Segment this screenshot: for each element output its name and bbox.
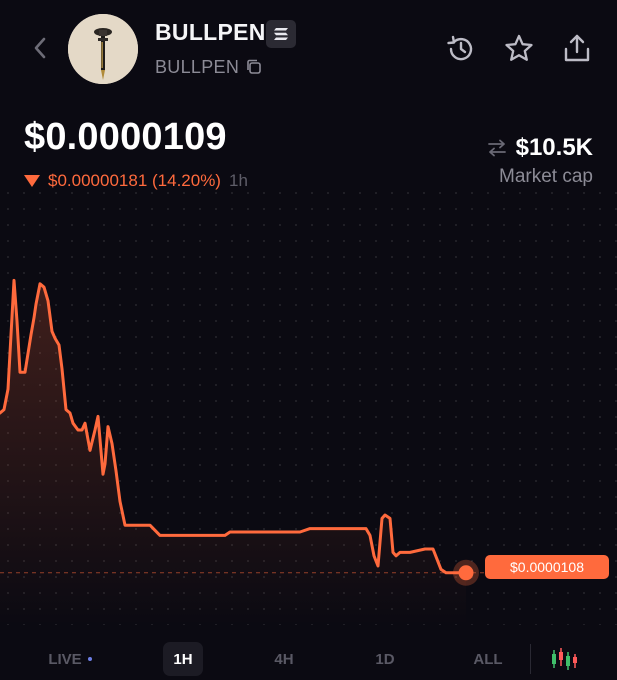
chart-type-toggle[interactable] xyxy=(546,644,580,674)
favorite-button[interactable] xyxy=(502,32,536,66)
share-button[interactable] xyxy=(560,32,594,66)
timeframe-1d-label: 1D xyxy=(375,650,395,668)
timeframe-4h-label: 4H xyxy=(274,650,294,668)
timeframe-live-label: LIVE xyxy=(48,650,82,668)
chain-badge-icon xyxy=(274,28,288,40)
pen-image xyxy=(68,14,138,84)
candlestick-icon xyxy=(552,648,577,670)
timeframe-4h[interactable]: 4H xyxy=(264,642,304,676)
divider xyxy=(530,644,531,674)
share-icon xyxy=(564,34,590,62)
swap-arrows-icon xyxy=(487,139,506,157)
chain-badge xyxy=(266,20,296,48)
chart-area-fill xyxy=(0,280,466,625)
history-button[interactable] xyxy=(444,32,478,66)
live-dot-icon xyxy=(87,657,92,661)
token-symbol: BULLPEN xyxy=(155,57,240,77)
last-point-marker xyxy=(458,565,474,581)
timeframe-1h-label: 1H xyxy=(173,650,193,668)
timeframe-all-label: ALL xyxy=(473,650,503,668)
timeframe-live[interactable]: LIVE xyxy=(38,642,102,676)
back-button[interactable] xyxy=(26,34,54,62)
copy-button[interactable] xyxy=(245,58,263,76)
token-name: BULLPEN xyxy=(155,19,266,45)
history-icon xyxy=(447,35,473,61)
timeframe-all[interactable]: ALL xyxy=(466,642,510,676)
token-avatar xyxy=(68,14,138,84)
star-icon xyxy=(505,34,533,61)
timeframe-bar: LIVE 1H 4H 1D ALL xyxy=(0,640,617,680)
current-price: $0.0000109 xyxy=(24,116,227,158)
market-cap-value: $10.5K xyxy=(515,134,593,161)
back-chevron-icon xyxy=(34,37,46,59)
timeframe-1h[interactable]: 1H xyxy=(163,642,203,676)
timeframe-1d[interactable]: 1D xyxy=(365,642,405,676)
last-price-tag: $0.0000108 xyxy=(485,555,609,579)
market-cap-toggle[interactable]: $10.5K xyxy=(486,134,593,162)
copy-icon xyxy=(247,59,261,74)
